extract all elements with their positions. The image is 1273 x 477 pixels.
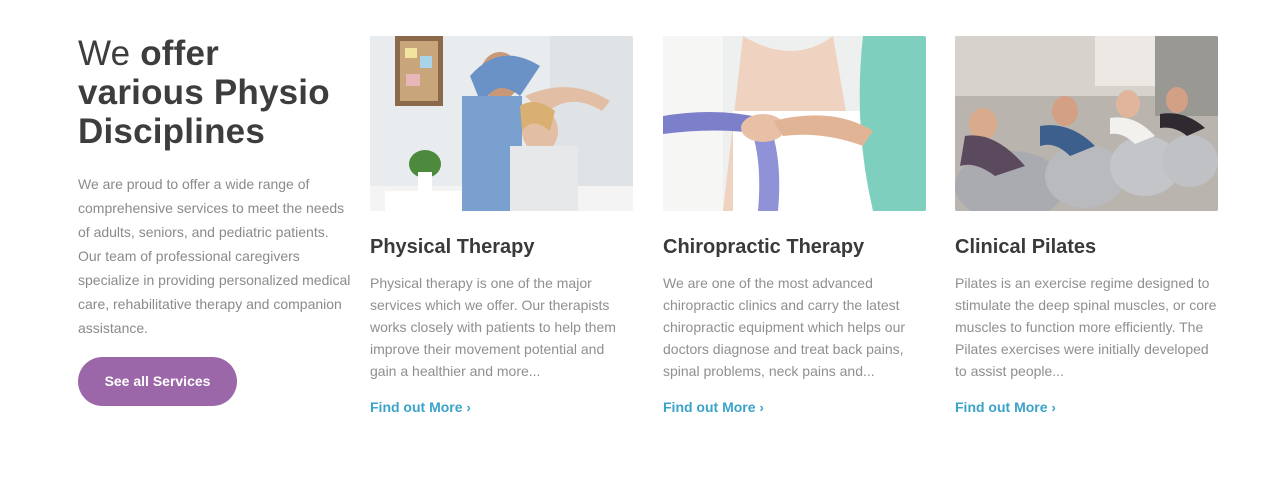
- chevron-right-icon: ›: [759, 400, 764, 415]
- service-description: Pilates is an exercise regime designed t…: [955, 275, 1217, 379]
- see-all-services-button[interactable]: See all Services: [78, 357, 237, 406]
- link-label: Find out More: [370, 399, 463, 415]
- link-label: Find out More: [663, 399, 756, 415]
- service-title: Physical Therapy: [370, 236, 535, 258]
- service-card-clinical-pilates: Clinical Pilates Pilates is an exercise …: [955, 36, 1218, 417]
- service-title: Chiropractic Therapy: [663, 236, 865, 258]
- heading-plain-text: We: [78, 34, 141, 73]
- find-out-more-link[interactable]: Find out More ›: [370, 399, 471, 415]
- chiropractic-therapy-image: [663, 36, 926, 211]
- intro-description: We are proud to offer a wide range of co…: [78, 176, 351, 336]
- intro-section: We offer various Physio Disciplines We a…: [78, 34, 353, 406]
- link-label: Find out More: [955, 399, 1048, 415]
- service-card-chiropractic-therapy: Chiropractic Therapy We are one of the m…: [663, 36, 926, 417]
- service-description: We are one of the most advanced chiropra…: [663, 275, 906, 379]
- clinical-pilates-image: [955, 36, 1218, 211]
- service-title: Clinical Pilates: [955, 236, 1097, 258]
- find-out-more-link[interactable]: Find out More ›: [955, 399, 1056, 415]
- chevron-right-icon: ›: [1051, 400, 1056, 415]
- physical-therapy-image: [370, 36, 633, 211]
- service-card-physical-therapy: Physical Therapy Physical therapy is one…: [370, 36, 633, 417]
- service-description: Physical therapy is one of the major ser…: [370, 275, 616, 379]
- find-out-more-link[interactable]: Find out More ›: [663, 399, 764, 415]
- section-heading: We offer various Physio Disciplines: [78, 34, 353, 151]
- chevron-right-icon: ›: [466, 400, 471, 415]
